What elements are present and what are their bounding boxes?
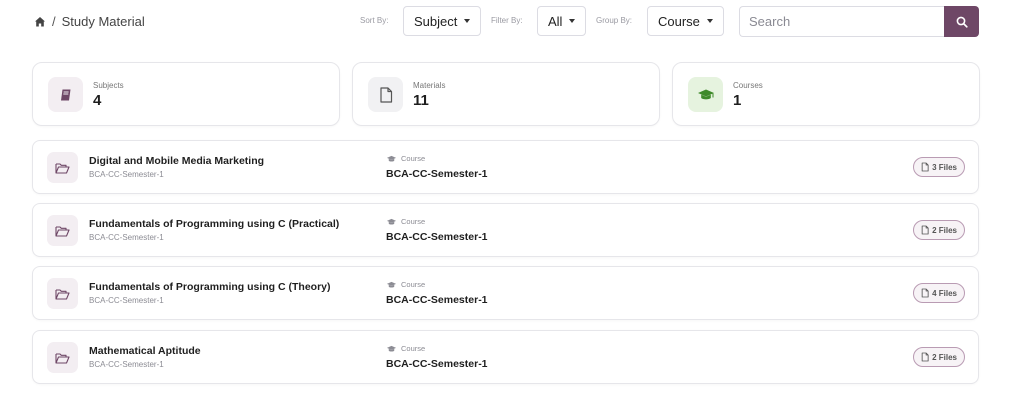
breadcrumb-current: Study Material [61,14,145,29]
stat-card-subjects: Subjects 4 [32,62,340,126]
files-count: 2 Files [932,352,957,362]
subject-title: Mathematical Aptitude [89,345,201,357]
graduation-cap-icon [688,77,723,112]
files-badge[interactable]: 2 Files [913,220,965,240]
course-label-text: Course [401,217,426,226]
files-count: 3 Files [932,162,957,172]
course-label: Course [386,154,425,163]
sort-by-dropdown[interactable]: Subject [403,6,482,36]
search-icon [956,16,968,28]
caret-down-icon [706,19,713,23]
stat-value: 11 [413,92,429,109]
course-value: BCA-CC-Semester-1 [386,168,488,180]
stat-value: 4 [93,92,102,109]
folder-open-icon [47,342,78,373]
subject-row[interactable]: Fundamentals of Programming using C (The… [32,266,979,320]
subject-row[interactable]: Digital and Mobile Media Marketing BCA-C… [32,140,979,194]
subject-row[interactable]: Fundamentals of Programming using C (Pra… [32,203,979,257]
course-label-text: Course [401,344,426,353]
folder-open-icon [47,278,78,309]
course-value: BCA-CC-Semester-1 [386,294,488,306]
subject-subtitle: BCA-CC-Semester-1 [89,296,164,305]
caret-down-icon [569,19,576,23]
sort-by-label: Sort By: [360,16,389,25]
files-count: 2 Files [932,225,957,235]
home-icon[interactable] [34,16,46,28]
sort-by-value: Subject [414,13,458,29]
filter-by-dropdown[interactable]: All [537,6,587,36]
graduation-cap-icon [386,281,397,287]
subject-row[interactable]: Mathematical Aptitude BCA-CC-Semester-1 … [32,330,979,384]
group-by-label: Group By: [596,16,633,25]
filter-by-value: All [548,13,563,29]
graduation-cap-icon [386,218,397,224]
file-icon [921,225,929,235]
subject-title: Digital and Mobile Media Marketing [89,155,265,167]
course-label: Course [386,217,425,226]
stat-label: Courses [733,81,763,90]
subject-subtitle: BCA-CC-Semester-1 [89,360,164,369]
course-label: Course [386,280,425,289]
search-button[interactable] [944,6,979,37]
folder-open-icon [47,152,78,183]
file-icon [921,352,929,362]
file-icon [921,162,929,172]
filter-by-label: Filter By: [491,16,523,25]
book-icon [48,77,83,112]
files-count: 4 Files [932,288,957,298]
course-value: BCA-CC-Semester-1 [386,358,488,370]
stat-card-courses: Courses 1 [672,62,980,126]
graduation-cap-icon [386,345,397,351]
group-by-dropdown[interactable]: Course [647,6,724,36]
graduation-cap-icon [386,155,397,161]
search-input[interactable] [739,6,944,37]
course-value: BCA-CC-Semester-1 [386,231,488,243]
subject-title: Fundamentals of Programming using C (Pra… [89,218,340,230]
course-label: Course [386,344,425,353]
stat-value: 1 [733,92,742,109]
folder-open-icon [47,215,78,246]
top-bar: / Study Material Sort By: Subject Filter… [0,0,1024,42]
subject-title: Fundamentals of Programming using C (The… [89,281,331,293]
group-by-value: Course [658,13,700,29]
subject-subtitle: BCA-CC-Semester-1 [89,233,164,242]
course-label-text: Course [401,280,426,289]
breadcrumb-separator: / [52,14,56,29]
file-icon [368,77,403,112]
subject-subtitle: BCA-CC-Semester-1 [89,170,164,179]
files-badge[interactable]: 4 Files [913,283,965,303]
stat-label: Subjects [93,81,124,90]
course-label-text: Course [401,154,426,163]
file-icon [921,288,929,298]
breadcrumb: / Study Material [34,14,145,29]
caret-down-icon [464,19,471,23]
stat-label: Materials [413,81,446,90]
files-badge[interactable]: 3 Files [913,157,965,177]
stat-card-materials: Materials 11 [352,62,660,126]
files-badge[interactable]: 2 Files [913,347,965,367]
